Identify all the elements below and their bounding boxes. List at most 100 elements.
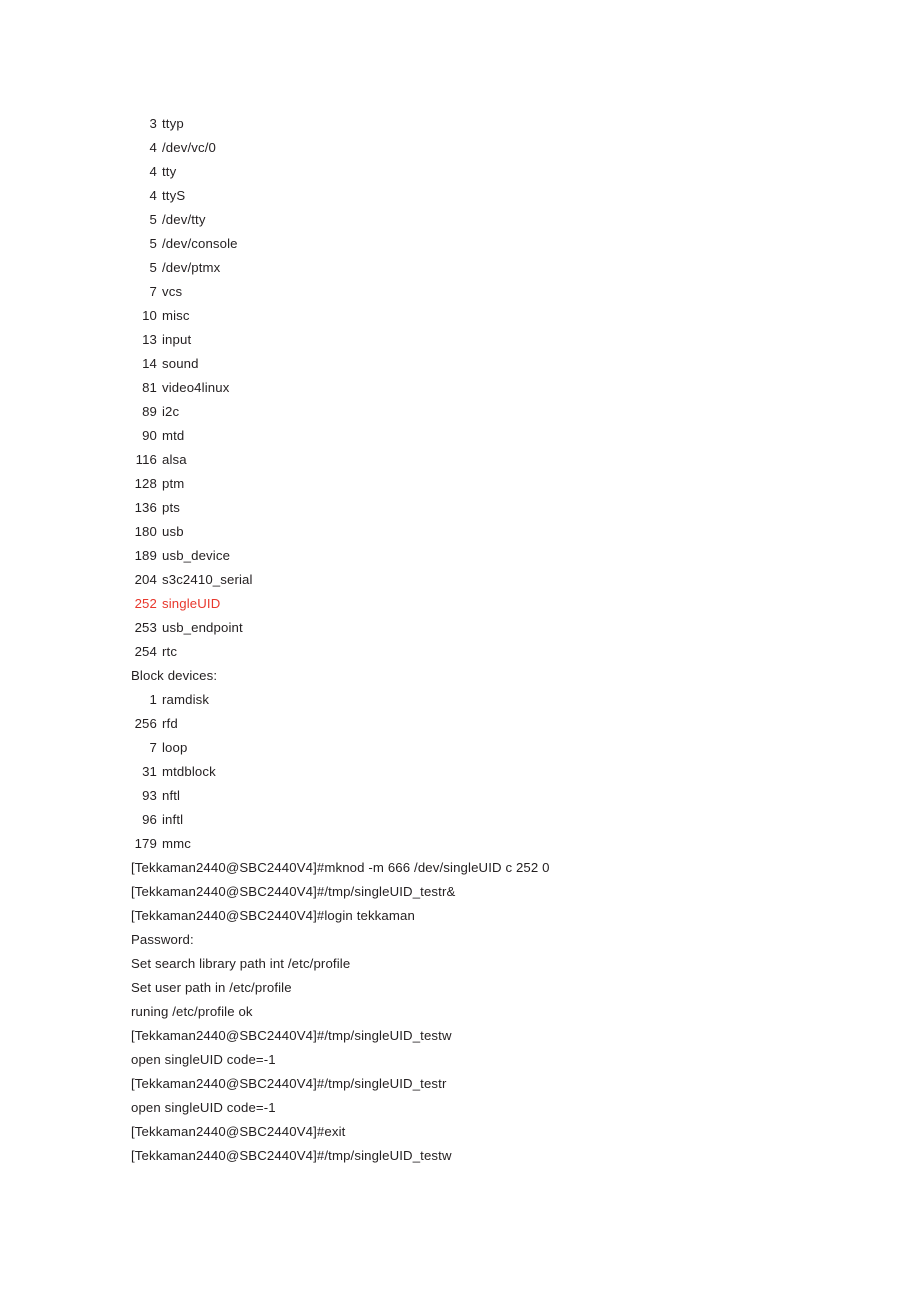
device-name: ttyp xyxy=(162,116,184,131)
device-name: /dev/tty xyxy=(162,212,206,227)
device-name: mmc xyxy=(162,836,191,851)
device-major-number: 253 xyxy=(134,620,157,635)
device-name: /dev/ptmx xyxy=(162,260,221,275)
device-major-number: 179 xyxy=(134,836,157,851)
console-device-line: 204 s3c2410_serial xyxy=(131,568,831,592)
console-device-line: 5/dev/ptmx xyxy=(131,256,831,280)
device-major-number: 252 xyxy=(134,596,157,611)
device-major-number: 7 xyxy=(149,284,157,299)
device-name: singleUID xyxy=(162,596,221,611)
device-name: alsa xyxy=(162,452,187,467)
device-major-number: 93 xyxy=(142,788,157,803)
device-major-number: 5 xyxy=(149,236,157,251)
device-name: misc xyxy=(162,308,190,323)
console-text-line: Password: xyxy=(131,932,194,947)
console-text-line: Block devices: xyxy=(131,668,218,683)
device-name: s3c2410_serial xyxy=(162,572,253,587)
console-text-line: Set search library path int /etc/profile xyxy=(131,956,351,971)
device-name: video4linux xyxy=(162,380,230,395)
device-major-number: 5 xyxy=(149,212,157,227)
console-device-line: 189 usb_device xyxy=(131,544,831,568)
console-device-line: 89 i2c xyxy=(131,400,831,424)
device-name: pts xyxy=(162,500,180,515)
device-name: loop xyxy=(162,740,188,755)
device-major-number: 89 xyxy=(142,404,157,419)
device-major-number: 254 xyxy=(134,644,157,659)
device-name: usb_device xyxy=(162,548,231,563)
device-name: rfd xyxy=(162,716,178,731)
device-major-number: 81 xyxy=(142,380,157,395)
console-device-line: 179 mmc xyxy=(131,832,831,856)
device-major-number: 10 xyxy=(142,308,157,323)
console-text-line: open singleUID code=-1 xyxy=(131,1052,276,1067)
console-device-line: 252 singleUID xyxy=(131,592,831,616)
console-device-line: 96 inftl xyxy=(131,808,831,832)
device-name: ptm xyxy=(162,476,185,491)
console-device-line: 14 sound xyxy=(131,352,831,376)
device-major-number: 4 xyxy=(149,140,157,155)
device-major-number: 90 xyxy=(142,428,157,443)
device-name: /dev/console xyxy=(162,236,238,251)
console-device-line: 7 loop xyxy=(131,736,831,760)
device-major-number: 96 xyxy=(142,812,157,827)
device-name: mtd xyxy=(162,428,185,443)
device-major-number: 13 xyxy=(142,332,157,347)
console-device-line: 4 tty xyxy=(131,160,831,184)
console-device-line: 90 mtd xyxy=(131,424,831,448)
console-device-line: 81 video4linux xyxy=(131,376,831,400)
console-device-line: 31 mtdblock xyxy=(131,760,831,784)
console-device-line: 136 pts xyxy=(131,496,831,520)
console-device-line: 4 ttyS xyxy=(131,184,831,208)
device-name: nftl xyxy=(162,788,181,803)
device-name: ramdisk xyxy=(162,692,210,707)
device-name: usb xyxy=(162,524,184,539)
console-device-line: 180 usb xyxy=(131,520,831,544)
console-text-line: [Tekkaman2440@SBC2440V4]#/tmp/singleUID_… xyxy=(131,1148,452,1163)
device-name: inftl xyxy=(162,812,184,827)
console-device-line: 5/dev/console xyxy=(131,232,831,256)
console-device-line: 7 vcs xyxy=(131,280,831,304)
console-text-line: [Tekkaman2440@SBC2440V4]#/tmp/singleUID_… xyxy=(131,1028,452,1043)
console-device-line: 93 nftl xyxy=(131,784,831,808)
device-major-number: 14 xyxy=(142,356,157,371)
console-output-log: 3 ttyp 4/dev/vc/0 4 tty 4 ttyS 5/dev/tty 5/dev/c… xyxy=(131,112,831,1168)
device-major-number: 3 xyxy=(149,116,157,131)
console-device-line: 253 usb_endpoint xyxy=(131,616,831,640)
console-text-line: [Tekkaman2440@SBC2440V4]#login tekkaman xyxy=(131,908,415,923)
console-device-line: 128 ptm xyxy=(131,472,831,496)
console-device-line: 116 alsa xyxy=(131,448,831,472)
device-name: usb_endpoint xyxy=(162,620,243,635)
console-text-line: open singleUID code=-1 xyxy=(131,1100,276,1115)
device-major-number: 128 xyxy=(134,476,157,491)
device-major-number: 4 xyxy=(149,188,157,203)
console-device-line: 4/dev/vc/0 xyxy=(131,136,831,160)
device-name: ttyS xyxy=(162,188,186,203)
device-major-number: 4 xyxy=(149,164,157,179)
device-name: tty xyxy=(162,164,177,179)
console-text-line: [Tekkaman2440@SBC2440V4]#/tmp/singleUID_… xyxy=(131,884,456,899)
device-name: sound xyxy=(162,356,199,371)
console-device-line: 1 ramdisk xyxy=(131,688,831,712)
device-major-number: 31 xyxy=(142,764,157,779)
console-text-line: runing /etc/profile ok xyxy=(131,1004,253,1019)
console-device-line: 10 misc xyxy=(131,304,831,328)
console-device-line: 256 rfd xyxy=(131,712,831,736)
device-major-number: 256 xyxy=(134,716,157,731)
device-major-number: 7 xyxy=(149,740,157,755)
console-text-line: [Tekkaman2440@SBC2440V4]#exit xyxy=(131,1124,346,1139)
device-major-number: 116 xyxy=(135,452,157,467)
device-name: mtdblock xyxy=(162,764,216,779)
device-major-number: 204 xyxy=(134,572,157,587)
device-major-number: 136 xyxy=(134,500,157,515)
device-major-number: 180 xyxy=(134,524,157,539)
console-text-line: [Tekkaman2440@SBC2440V4]#/tmp/singleUID_… xyxy=(131,1076,447,1091)
device-major-number: 189 xyxy=(134,548,157,563)
console-device-line: 3 ttyp xyxy=(131,112,831,136)
console-text-line: [Tekkaman2440@SBC2440V4]#mknod -m 666 /d… xyxy=(131,860,550,875)
console-device-line: 13 input xyxy=(131,328,831,352)
device-name: input xyxy=(162,332,192,347)
console-device-line: 5/dev/tty xyxy=(131,208,831,232)
device-major-number: 1 xyxy=(149,692,157,707)
device-name: i2c xyxy=(162,404,180,419)
console-device-line: 254 rtc xyxy=(131,640,831,664)
